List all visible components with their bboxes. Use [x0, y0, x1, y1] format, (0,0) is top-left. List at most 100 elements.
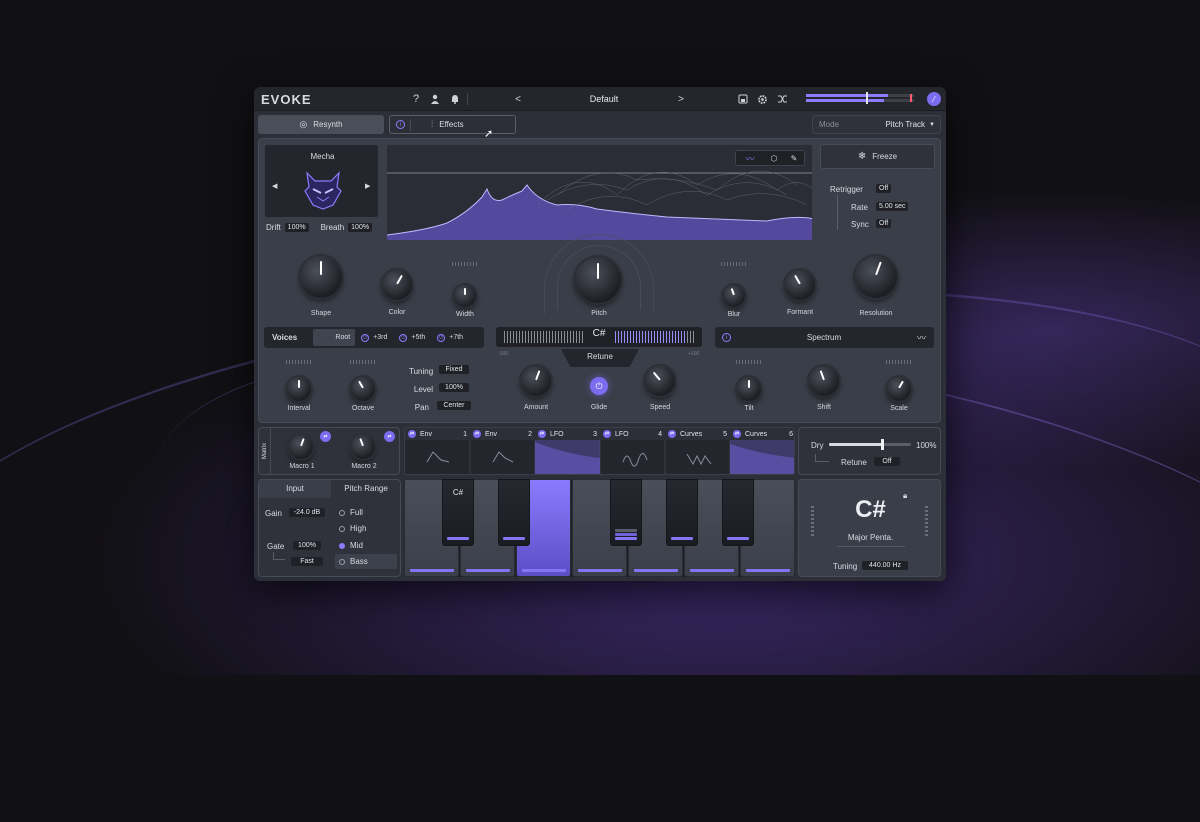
- octave-knob[interactable]: [351, 377, 375, 401]
- source-next-button[interactable]: ▶: [365, 182, 370, 190]
- gear-icon[interactable]: [755, 92, 769, 106]
- display-mode-toggle[interactable]: 〰 ⬡ ✎: [735, 150, 805, 166]
- root-voice-toggle[interactable]: Root: [313, 329, 356, 346]
- lock-icon[interactable]: 🔒︎: [903, 491, 907, 501]
- blur-knob[interactable]: [723, 285, 745, 307]
- pitch-knob[interactable]: [575, 257, 621, 303]
- bell-icon[interactable]: [448, 92, 462, 106]
- mod-slot-3[interactable]: ⇄ LFO 3: [535, 428, 600, 440]
- glide-power-button[interactable]: ⏻: [590, 377, 608, 395]
- mod-slot-6[interactable]: ⇄ Curves 6: [730, 428, 794, 440]
- prev-preset-button[interactable]: <: [512, 92, 524, 106]
- tab-resynth[interactable]: ◎ Resynth: [258, 115, 384, 134]
- voice-pan-value[interactable]: Center: [437, 401, 471, 410]
- interval-meter: [286, 360, 312, 364]
- gate-value[interactable]: 100%: [293, 541, 321, 550]
- gain-label: Gain: [265, 509, 282, 518]
- retune-meter[interactable]: C#: [496, 327, 702, 347]
- amount-knob[interactable]: [521, 366, 551, 396]
- gate-speed-value[interactable]: Fast: [291, 557, 323, 566]
- shift-knob[interactable]: [809, 366, 839, 396]
- seventh-voice-toggle[interactable]: ⏻ +7th: [437, 333, 463, 342]
- sync-value[interactable]: Off: [876, 219, 892, 228]
- keyboard[interactable]: C#: [404, 479, 795, 577]
- waveform-icon[interactable]: 〰: [917, 331, 926, 344]
- macro-2-link-icon[interactable]: ⇄: [384, 431, 395, 442]
- freeze-button[interactable]: ❄ Freeze: [820, 144, 935, 169]
- black-key[interactable]: [666, 479, 698, 546]
- breath-value[interactable]: 100%: [348, 223, 373, 232]
- next-preset-button[interactable]: >: [675, 92, 687, 106]
- formant-knob[interactable]: [785, 270, 815, 300]
- preset-name[interactable]: Default: [564, 94, 644, 104]
- mod-slot-1[interactable]: ⇄ Env 1: [405, 428, 470, 440]
- drift-value[interactable]: 100%: [284, 223, 309, 232]
- user-icon[interactable]: [428, 92, 442, 106]
- tilt-knob[interactable]: [737, 377, 761, 401]
- tab-input[interactable]: Input: [259, 480, 331, 498]
- mod-slot-2[interactable]: ⇄ Env 2: [470, 428, 535, 440]
- wrench-icon[interactable]: ✎: [784, 154, 804, 163]
- link-icon: ⇄: [668, 430, 676, 438]
- black-key[interactable]: C#: [442, 479, 474, 546]
- info-icon[interactable]: i: [722, 333, 731, 342]
- mod-slot-4[interactable]: ⇄ LFO 4: [600, 428, 665, 440]
- range-high[interactable]: High: [339, 524, 366, 533]
- shuffle-icon[interactable]: [775, 92, 789, 106]
- range-mid[interactable]: Mid: [339, 541, 363, 550]
- dry-retune-value[interactable]: Off: [874, 457, 900, 466]
- shape-knob[interactable]: [300, 256, 342, 298]
- save-icon[interactable]: [736, 92, 750, 106]
- rate-label: Rate: [851, 203, 868, 212]
- help-icon[interactable]: ?: [409, 92, 423, 106]
- link-icon: ⇄: [408, 430, 416, 438]
- tab-pitch-range[interactable]: Pitch Range: [331, 480, 401, 498]
- retrigger-value[interactable]: Off: [876, 184, 892, 193]
- resolution-knob[interactable]: [855, 256, 897, 298]
- octave-meter: [350, 360, 376, 364]
- macro-1-link-icon[interactable]: ⇄: [320, 431, 331, 442]
- color-knob[interactable]: [382, 270, 412, 300]
- tuning-label: Tuning: [409, 367, 434, 376]
- voice-tuning-value[interactable]: Fixed: [439, 365, 469, 374]
- dry-panel: Dry 100% Retune Off: [798, 427, 941, 475]
- scale-name[interactable]: Major Penta.: [799, 533, 942, 542]
- output-meter[interactable]: [806, 92, 914, 104]
- waveform-icon[interactable]: 〰: [736, 152, 764, 165]
- power-icon: ⏻: [399, 333, 408, 342]
- black-key[interactable]: [722, 479, 754, 546]
- gate-label: Gate: [267, 542, 285, 551]
- range-full[interactable]: Full: [339, 508, 363, 517]
- interval-knob[interactable]: [287, 377, 311, 401]
- gain-value[interactable]: -24.0 dB: [289, 508, 325, 517]
- dry-retune-label: Retune: [841, 458, 867, 467]
- width-knob[interactable]: [454, 285, 476, 307]
- macro-2-knob[interactable]: [351, 435, 375, 459]
- scale-root-note[interactable]: C#: [799, 496, 942, 524]
- voices-header: Voices Root ⏻ +3rd ⏻ +5th ⏻ +7th: [264, 327, 484, 348]
- sliders-icon: ⫶: [431, 119, 434, 129]
- mod-slot-5[interactable]: ⇄ Curves 5: [665, 428, 730, 440]
- cube-icon[interactable]: ⬡: [764, 154, 784, 163]
- source-prev-button[interactable]: ◀: [272, 182, 277, 190]
- source-selector[interactable]: Mecha ◀ ▶: [264, 144, 379, 218]
- speed-knob[interactable]: [645, 366, 675, 396]
- rate-value[interactable]: 5.00 sec: [876, 202, 909, 211]
- range-bass[interactable]: Bass: [335, 554, 397, 569]
- scale-knob[interactable]: [887, 377, 911, 401]
- third-voice-toggle[interactable]: ⏻ +3rd: [361, 333, 387, 342]
- voice-level-value[interactable]: 100%: [439, 383, 469, 392]
- tab-effects[interactable]: i ⫶ Effects: [389, 115, 516, 134]
- power-icon[interactable]: ⁄: [927, 92, 941, 106]
- mode-select[interactable]: Mode Pitch Track ▼: [812, 115, 941, 134]
- octave-label: Octave: [351, 405, 375, 412]
- black-key[interactable]: [498, 479, 530, 546]
- fifth-voice-toggle[interactable]: ⏻ +5th: [399, 333, 425, 342]
- tilt-label: Tilt: [744, 405, 754, 412]
- retune-min: -100: [498, 351, 509, 357]
- dry-slider[interactable]: [829, 439, 911, 450]
- info-icon[interactable]: i: [396, 120, 405, 129]
- scale-meter: [886, 360, 912, 364]
- macro-1-knob[interactable]: [289, 435, 313, 459]
- tuning-value[interactable]: 440.00 Hz: [862, 561, 908, 570]
